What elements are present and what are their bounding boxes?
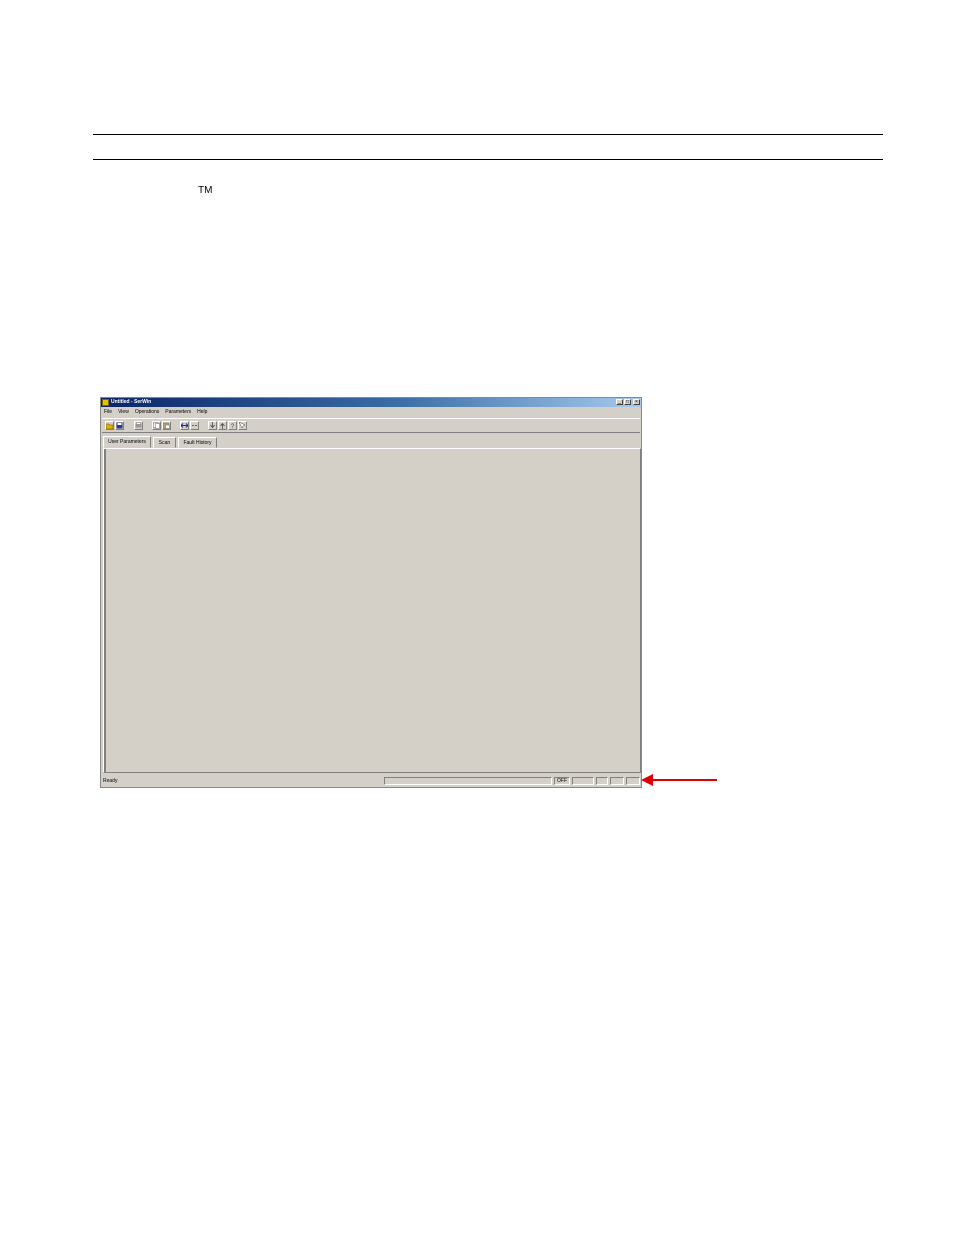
svg-text:?: ? bbox=[231, 424, 235, 429]
menu-view[interactable]: View bbox=[118, 408, 129, 416]
menu-file[interactable]: File bbox=[104, 408, 112, 416]
minimize-button[interactable]: _ bbox=[616, 399, 623, 405]
open-icon[interactable] bbox=[105, 421, 114, 430]
top-rule bbox=[93, 134, 883, 135]
caption-buttons: _ □ × bbox=[616, 399, 640, 405]
panel-edge bbox=[104, 449, 106, 772]
callout-arrow-icon bbox=[641, 774, 717, 786]
status-progress-pane bbox=[384, 777, 552, 785]
menu-parameters[interactable]: Parameters bbox=[165, 408, 191, 416]
tab-user-parameters[interactable]: User Parameters bbox=[103, 436, 151, 448]
status-pane-scrl bbox=[610, 777, 624, 785]
tab-fault-history[interactable]: Fault History bbox=[178, 437, 217, 448]
status-bar: Ready OFF bbox=[101, 775, 641, 787]
toolbar: ? bbox=[102, 418, 640, 433]
maximize-button[interactable]: □ bbox=[624, 399, 631, 405]
status-indicator: OFF bbox=[554, 777, 570, 785]
menu-bar: File View Operations Parameters Help bbox=[101, 408, 641, 416]
connect-icon[interactable] bbox=[180, 421, 189, 430]
menu-help[interactable]: Help bbox=[197, 408, 207, 416]
disconnect-icon[interactable] bbox=[190, 421, 199, 430]
status-pane-caps bbox=[572, 777, 594, 785]
status-pane-extra bbox=[626, 777, 640, 785]
tab-content-panel bbox=[103, 448, 641, 773]
tab-scan[interactable]: Scan bbox=[153, 437, 176, 448]
context-help-icon[interactable] bbox=[238, 421, 247, 430]
window-title: Untitled - SerWin bbox=[111, 399, 152, 405]
status-pane-num bbox=[596, 777, 608, 785]
download-icon[interactable] bbox=[208, 421, 217, 430]
close-button[interactable]: × bbox=[633, 399, 640, 405]
trademark-symbol: TM bbox=[198, 185, 213, 196]
print-icon[interactable] bbox=[134, 421, 143, 430]
paste-icon[interactable] bbox=[162, 421, 171, 430]
app-window: Untitled - SerWin _ □ × File View Operat… bbox=[100, 397, 642, 788]
status-text: Ready bbox=[103, 778, 118, 784]
second-rule bbox=[93, 159, 883, 160]
app-icon bbox=[102, 399, 109, 406]
help-icon[interactable]: ? bbox=[228, 421, 237, 430]
copy-icon[interactable] bbox=[152, 421, 161, 430]
upload-icon[interactable] bbox=[218, 421, 227, 430]
save-icon[interactable] bbox=[115, 421, 124, 430]
title-bar[interactable]: Untitled - SerWin _ □ × bbox=[101, 398, 641, 407]
menu-operations[interactable]: Operations bbox=[135, 408, 159, 416]
